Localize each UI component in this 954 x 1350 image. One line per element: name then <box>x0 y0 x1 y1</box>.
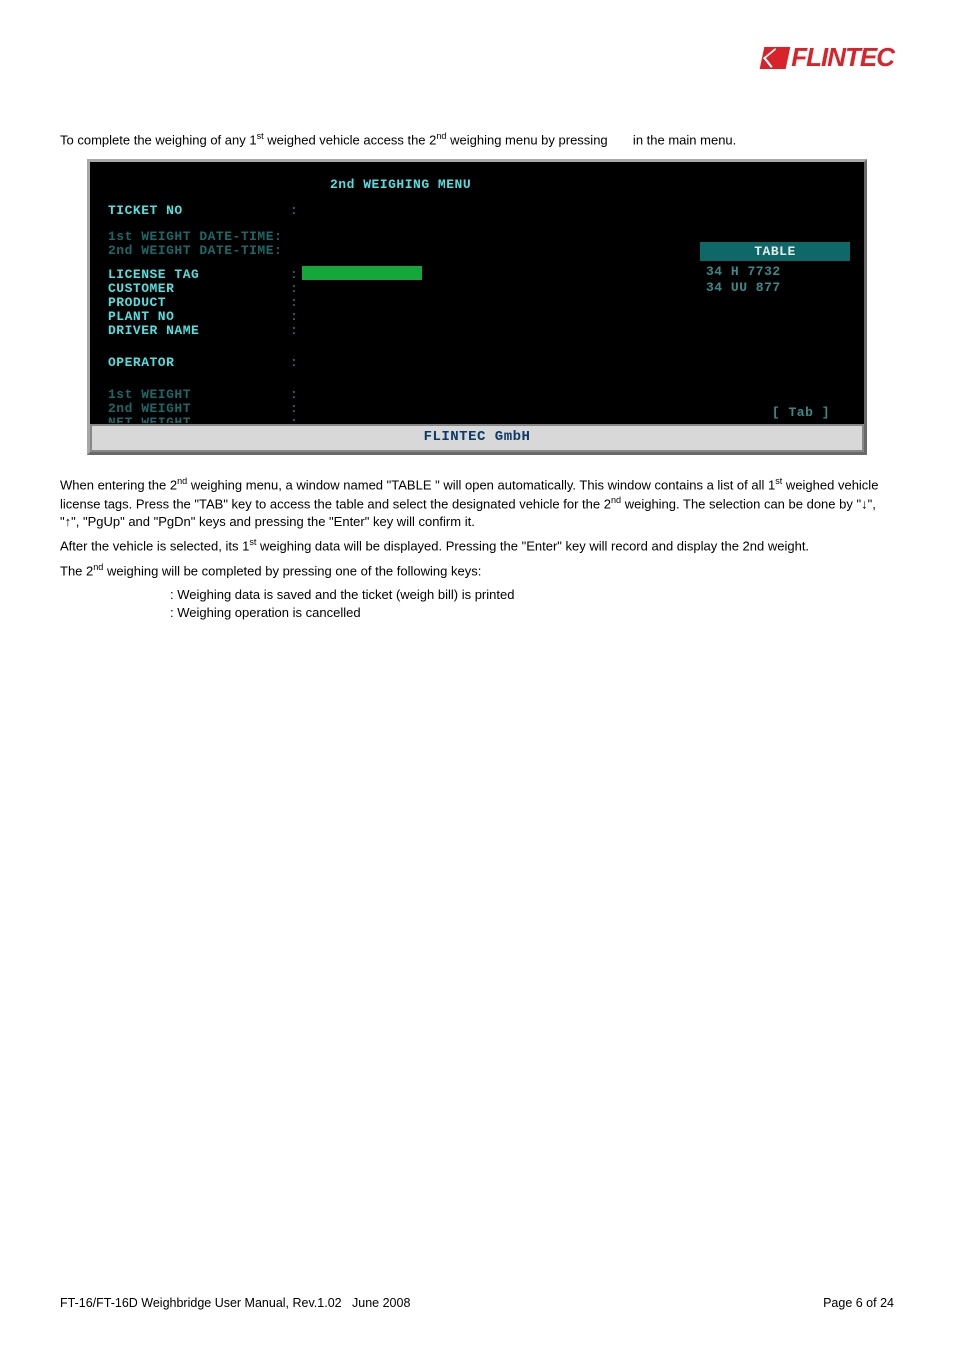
terminal-screenshot: 2nd WEIGHING MENU TICKET NO : 1st WEIGHT… <box>87 159 867 455</box>
footer-right: Page 6 of 24 <box>823 1296 894 1310</box>
list-item: Weighing operation is cancelled <box>170 604 894 622</box>
list-item: Weighing data is saved and the ticket (w… <box>170 586 894 604</box>
intro-paragraph: To complete the weighing of any 1st weig… <box>60 130 894 149</box>
table-popup[interactable]: TABLE 34 H 7732 34 UU 877 <box>700 242 850 336</box>
label-driver-name: DRIVER NAME <box>108 322 199 340</box>
brand-logo: FLINTEC <box>762 42 894 73</box>
label-2nd-weight-datetime: 2nd WEIGHT DATE-TIME: <box>108 242 282 260</box>
paragraph-after-select: After the vehicle is selected, its 1st w… <box>60 536 894 555</box>
terminal-footer-bar: FLINTEC GmbH <box>90 424 864 452</box>
brand-name: FLINTEC <box>791 42 894 73</box>
label-ticket-no: TICKET NO <box>108 202 183 220</box>
tab-key-hint: [ Tab ] <box>772 404 830 422</box>
footer-left: FT-16/FT-16D Weighbridge User Manual, Re… <box>60 1296 410 1310</box>
table-row[interactable]: 34 UU 877 <box>706 280 844 296</box>
input-license-tag[interactable] <box>302 266 422 280</box>
paragraph-table-explain: When entering the 2nd weighing menu, a w… <box>60 475 894 530</box>
terminal-title: 2nd WEIGHING MENU <box>330 176 471 194</box>
colon: : <box>290 202 298 220</box>
paragraph-complete-keys: The 2nd weighing will be completed by pr… <box>60 561 894 580</box>
label-operator: OPERATOR <box>108 354 174 372</box>
table-row[interactable]: 34 H 7732 <box>706 264 844 280</box>
table-header: TABLE <box>700 242 850 262</box>
terminal-footer-text: FLINTEC GmbH <box>424 428 531 447</box>
key-outcome-list: Weighing data is saved and the ticket (w… <box>60 586 894 622</box>
flintec-icon <box>760 47 791 69</box>
